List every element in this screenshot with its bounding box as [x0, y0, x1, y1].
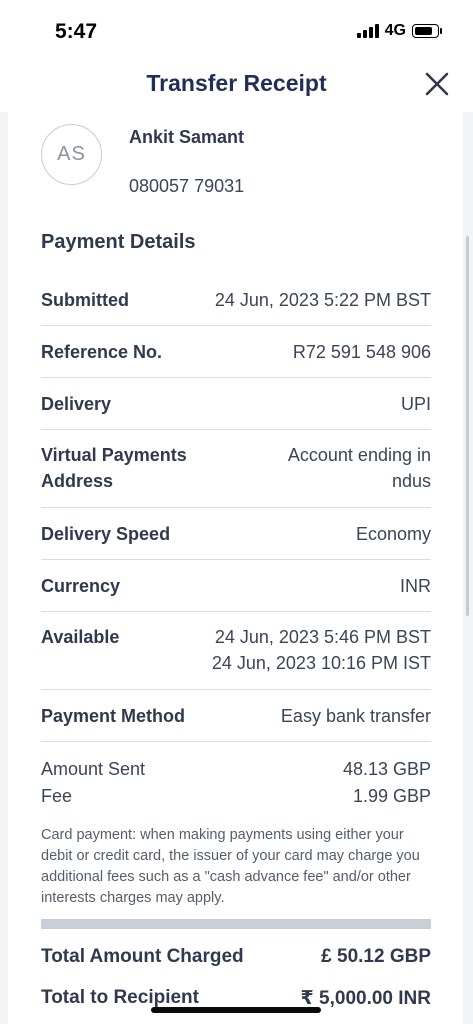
- row-label: Virtual Payments Address: [41, 442, 187, 494]
- page-title: Transfer Receipt: [146, 70, 327, 96]
- row-currency: Currency INR: [41, 573, 431, 599]
- row-available: Available 24 Jun, 2023 5:46 PM BST 24 Ju…: [41, 624, 431, 676]
- divider: [41, 507, 431, 508]
- row-value[interactable]: R72 591 548 906: [293, 339, 431, 365]
- total-charged-label: Total Amount Charged: [41, 946, 244, 967]
- row-value-line: 24 Jun, 2023 5:46 PM BST: [214, 627, 431, 647]
- status-icons: 4G: [356, 22, 442, 40]
- divider-bar: [41, 919, 431, 929]
- header: Transfer Receipt: [0, 62, 473, 112]
- section-title: Payment Details: [41, 231, 196, 253]
- total-charged-row: Total Amount Charged £ 50.12 GBP: [41, 946, 431, 968]
- row-label: Delivery: [41, 394, 112, 414]
- close-icon[interactable]: [421, 68, 453, 100]
- amount-sent-label: Amount Sent: [41, 759, 146, 779]
- status-time: 5:47: [55, 20, 98, 43]
- total-recipient-value: ₹ 5,000.00 INR: [300, 988, 431, 1009]
- row-label-line: Virtual Payments: [41, 445, 187, 465]
- row-value-line: Account ending in: [287, 445, 431, 465]
- scrollbar[interactable]: [466, 236, 469, 616]
- fee-value: 1.99 GBP: [352, 786, 431, 806]
- row-label: Delivery Speed: [41, 524, 171, 544]
- divider: [41, 377, 431, 378]
- avatar: AS: [41, 124, 102, 185]
- row-value: 24 Jun, 2023 5:46 PM BST 24 Jun, 2023 10…: [212, 624, 431, 676]
- row-label: Submitted: [41, 290, 129, 310]
- divider: [41, 689, 431, 690]
- divider: [41, 611, 431, 612]
- row-value: Easy bank transfer: [280, 706, 431, 726]
- divider: [41, 325, 431, 326]
- divider: [41, 559, 431, 560]
- recipient-name: Ankit Samant: [129, 127, 245, 147]
- row-value: Economy: [355, 524, 431, 544]
- fee-label: Fee: [41, 786, 73, 806]
- signal-icon: [356, 24, 379, 38]
- status-bar: 5:47 4G: [0, 0, 473, 62]
- recipient-account: 080057 79031: [129, 176, 245, 196]
- row-label: Reference No.: [41, 342, 163, 362]
- row-vpa: Virtual Payments Address Account ending …: [41, 442, 431, 494]
- fee-row: Fee 1.99 GBP: [41, 786, 431, 807]
- row-value: UPI: [400, 394, 431, 414]
- row-delivery-speed: Delivery Speed Economy: [41, 521, 431, 547]
- divider: [41, 429, 431, 430]
- receipt-content[interactable]: AS Ankit Samant 080057 79031 Payment Det…: [0, 112, 473, 1024]
- total-charged-value: £ 50.12 GBP: [321, 946, 431, 967]
- amount-sent-value: 48.13 GBP: [342, 759, 431, 779]
- amount-sent-row: Amount Sent 48.13 GBP: [41, 759, 431, 780]
- row-submitted: Submitted 24 Jun, 2023 5:22 PM BST: [41, 287, 431, 313]
- row-value: Account ending in ndus: [288, 442, 431, 494]
- battery-icon: [412, 24, 442, 38]
- row-label: Currency: [41, 576, 121, 596]
- receipt-card: AS Ankit Samant 080057 79031 Payment Det…: [8, 112, 463, 1024]
- row-label: Payment Method: [41, 706, 186, 726]
- row-value: INR: [400, 576, 431, 596]
- row-label: Available: [41, 627, 120, 647]
- row-value: 24 Jun, 2023 5:22 PM BST: [214, 290, 431, 310]
- row-payment-method: Payment Method Easy bank transfer: [41, 703, 431, 729]
- home-indicator[interactable]: [151, 1007, 321, 1013]
- card-payment-note: Card payment: when making payments using…: [41, 827, 420, 906]
- row-label-line: Address: [41, 471, 114, 491]
- row-value-line: 24 Jun, 2023 10:16 PM IST: [211, 653, 431, 673]
- network-type: 4G: [384, 22, 406, 39]
- row-delivery: Delivery UPI: [41, 391, 431, 417]
- row-reference: Reference No. R72 591 548 906: [41, 339, 431, 365]
- divider: [41, 741, 431, 742]
- row-value-line: ndus: [391, 471, 431, 491]
